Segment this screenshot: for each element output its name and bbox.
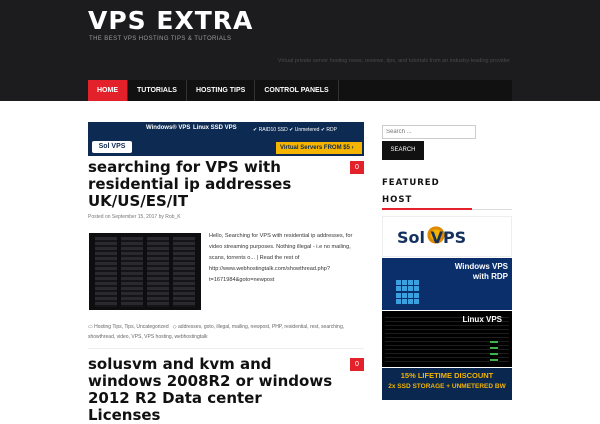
nav-tutorials[interactable]: TUTORIALS (128, 80, 187, 101)
solvps-logo-text: Sol VPS (397, 228, 467, 247)
post-meta: Posted on September 15, 2017 by Rob_K (88, 214, 181, 220)
windows-tiles-icon (396, 280, 420, 304)
server-rack-image (121, 237, 143, 307)
widget-title-featured-host: FEATURED HOST (382, 178, 440, 205)
post-taxonomy: ▭ Hosting Tips, Tips, Uncategorized ◇ ad… (88, 322, 358, 342)
post-title[interactable]: searching for VPS with residential ip ad… (88, 159, 338, 210)
main-nav: HOME TUTORIALS HOSTING TIPS CONTROL PANE… (88, 80, 512, 101)
nav-control-panels[interactable]: CONTROL PANELS (255, 80, 339, 101)
windows-vps-ad-text: Windows VPS with RDP (454, 262, 508, 281)
post-thumbnail-image[interactable] (89, 233, 201, 310)
nav-home[interactable]: HOME (88, 80, 128, 101)
banner-linux-label: Linux SSD VPS (193, 125, 237, 131)
post-excerpt: Hello, Searching for VPS with residentia… (209, 233, 353, 283)
widget-title-underline (382, 208, 472, 210)
post-title[interactable]: solusvm and kvm and windows 2008R2 or wi… (88, 356, 338, 424)
banner-windows-label: Windows® VPS (146, 125, 191, 131)
windows-vps-ad[interactable]: Windows VPS with RDP (382, 258, 512, 310)
linux-vps-ad-text: Linux VPS (462, 315, 502, 324)
post-categories[interactable]: Hosting Tips, Tips, Uncategorized (94, 324, 168, 330)
site-header: VPS EXTRA THE BEST VPS HOSTING TIPS & TU… (0, 0, 600, 101)
site-tagline: THE BEST VPS HOSTING TIPS & TUTORIALS (89, 36, 232, 42)
search-input[interactable] (382, 125, 476, 139)
status-dots-icon (490, 341, 498, 363)
banner-cta[interactable]: Virtual Servers FROM $5 › (276, 142, 362, 154)
site-description: Virtual private server hosting news, rev… (277, 58, 510, 64)
server-rack-image (147, 237, 169, 307)
post-divider (88, 348, 364, 349)
nav-hosting-tips[interactable]: HOSTING TIPS (187, 80, 256, 101)
search-button[interactable]: SEARCH (382, 141, 424, 160)
banner-features: ✔ RAID10 SSD ✔ Unmetered ✔ RDP (253, 127, 337, 133)
server-rack-image (95, 237, 117, 307)
solvps-banner-logo: Sol VPS (92, 141, 132, 153)
promo-line-2: 2x SSD STORAGE + UNMETERED BW (388, 383, 506, 390)
comment-count-badge[interactable]: 0 (350, 358, 364, 371)
linux-vps-ad[interactable]: Linux VPS (382, 311, 512, 367)
discount-promo-ad[interactable]: 15% LIFETIME DISCOUNT 2x SSD STORAGE + U… (382, 368, 512, 400)
promo-line-1: 15% LIFETIME DISCOUNT (400, 371, 494, 380)
comment-count-badge[interactable]: 0 (350, 161, 364, 174)
solvps-logo-ad[interactable]: Sol VPS (382, 216, 512, 257)
site-title[interactable]: VPS EXTRA (88, 6, 253, 35)
solvps-ad-banner[interactable]: Sol VPS Windows® VPS Linux SSD VPS ✔ RAI… (88, 122, 364, 156)
widget-title-rule (472, 209, 512, 210)
server-rack-image (173, 237, 195, 307)
